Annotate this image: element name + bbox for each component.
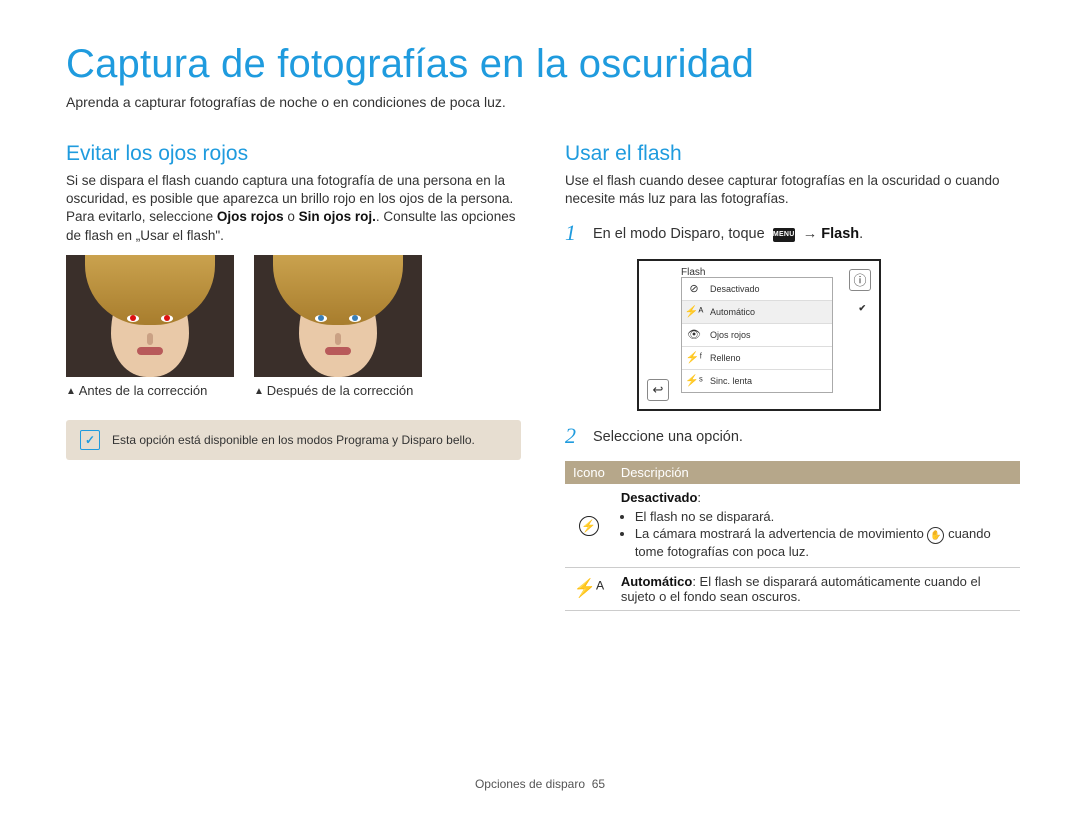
flash-option[interactable]: ⚡ᶠ Relleno xyxy=(682,347,832,370)
camera-options-list: ⊘Desactivado⚡ᴬAutomático✔👁Ojos rojos⚡ᶠRe… xyxy=(681,277,833,393)
page-intro: Aprenda a capturar fotografías de noche … xyxy=(66,93,1020,112)
flash-option-icon: ⊘ xyxy=(686,281,702,297)
flash-options-table: Icono Descripción ⚡Desactivado:El flash … xyxy=(565,461,1020,610)
check-icon: ✔ xyxy=(858,303,866,314)
step-number-1: 1 xyxy=(565,222,583,245)
flash-option[interactable]: ⚡ˢ Sinc. lenta xyxy=(682,370,832,392)
flash-option-label: Automático xyxy=(710,307,755,317)
option-description: Desactivado:El flash no se disparará.La … xyxy=(613,484,1020,567)
step-1: 1 En el modo Disparo, toque MENU → Flash… xyxy=(565,222,1020,245)
shake-warning-icon xyxy=(927,527,944,544)
heading-use-flash: Usar el flash xyxy=(565,142,1020,166)
red-eye-paragraph: Si se dispara el flash cuando captura un… xyxy=(66,172,521,245)
table-header-desc: Descripción xyxy=(613,461,1020,484)
info-button[interactable]: ⓘ xyxy=(849,269,871,291)
step-number-2: 2 xyxy=(565,425,583,448)
back-button[interactable]: ↩ xyxy=(647,379,669,401)
flash-option-label: Relleno xyxy=(710,353,741,363)
table-row: ⚡Desactivado:El flash no se disparará.La… xyxy=(565,484,1020,567)
photo-before xyxy=(66,255,234,377)
flash-option-label: Sinc. lenta xyxy=(710,376,752,386)
camera-flash-menu: Flash ⓘ ↩ ⊘Desactivado⚡ᴬAutomático✔👁Ojos… xyxy=(637,259,881,411)
use-flash-paragraph: Use el flash cuando desee capturar fotog… xyxy=(565,172,1020,208)
table-row: ⚡ᴬAutomático: El flash se disparará auto… xyxy=(565,567,1020,610)
note-box: ✓ Esta opción está disponible en los mod… xyxy=(66,420,521,460)
menu-icon: MENU xyxy=(773,228,795,242)
flash-option-icon: ⚡ᴬ xyxy=(686,304,702,320)
note-text: Esta opción está disponible en los modos… xyxy=(112,433,475,447)
flash-option[interactable]: 👁 Ojos rojos xyxy=(682,324,832,347)
note-icon: ✓ xyxy=(80,430,100,450)
flash-option-icon: 👁 xyxy=(686,327,702,343)
heading-red-eye: Evitar los ojos rojos xyxy=(66,142,521,166)
table-header-icon: Icono xyxy=(565,461,613,484)
left-column: Evitar los ojos rojos Si se dispara el f… xyxy=(66,142,521,611)
flash-option-label: Ojos rojos xyxy=(710,330,751,340)
page-footer: Opciones de disparo 65 xyxy=(0,777,1080,791)
flash-option-icon: ⚡ˢ xyxy=(686,373,702,389)
flash-option-icon: ⚡ᶠ xyxy=(686,350,702,366)
caption-after: Después de la corrección xyxy=(254,383,422,398)
caption-before: Antes de la corrección xyxy=(66,383,234,398)
photo-after xyxy=(254,255,422,377)
flash-option[interactable]: ⚡ᴬAutomático✔ xyxy=(682,301,832,324)
right-column: Usar el flash Use el flash cuando desee … xyxy=(565,142,1020,611)
option-icon: ⚡ xyxy=(565,484,613,567)
option-description: Automático: El flash se disparará automá… xyxy=(613,567,1020,610)
flash-option[interactable]: ⊘ Desactivado xyxy=(682,278,832,301)
flash-option-label: Desactivado xyxy=(710,284,760,294)
step-2: 2 Seleccione una opción. xyxy=(565,425,1020,448)
option-icon: ⚡ᴬ xyxy=(565,567,613,610)
page-title: Captura de fotografías en la oscuridad xyxy=(66,42,1020,87)
